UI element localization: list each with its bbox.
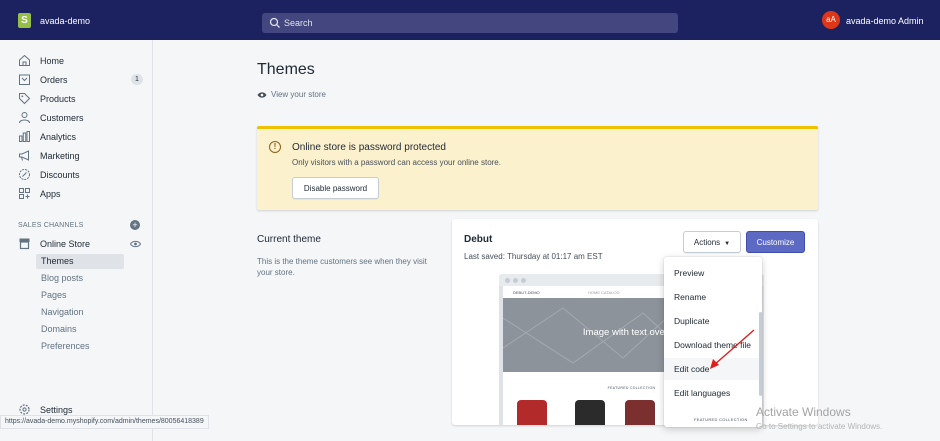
sidebar-item-label: Apps <box>40 189 61 199</box>
actions-button[interactable]: Actions ▼ <box>683 231 741 253</box>
preview-nav: HOME CATALOG <box>588 290 620 295</box>
product-image <box>575 400 605 425</box>
search-input[interactable]: Search <box>262 13 678 33</box>
window-dot-icon <box>521 278 526 283</box>
sidebar-item-customers[interactable]: Customers <box>18 110 148 126</box>
banner-text: Only visitors with a password can access… <box>292 158 501 167</box>
sidebar-subitem-domains[interactable]: Domains <box>36 322 124 337</box>
password-protected-banner: ! Online store is password protected Onl… <box>257 126 818 210</box>
orders-count-badge: 1 <box>131 74 143 85</box>
store-icon <box>19 238 30 250</box>
sidebar-subitem-navigation[interactable]: Navigation <box>36 305 124 320</box>
last-saved: Last saved: Thursday at 01:17 am EST <box>464 252 603 261</box>
sidebar-item-label: Home <box>40 56 65 66</box>
tag-icon <box>19 93 31 105</box>
eye-icon <box>257 92 267 98</box>
bar-chart-icon <box>19 131 30 142</box>
window-dot-icon <box>513 278 518 283</box>
apps-icon <box>19 188 30 199</box>
sidebar-item-products[interactable]: Products <box>18 91 148 107</box>
sidebar: Home Orders 1 Products Customers Analyti… <box>0 40 153 441</box>
sidebar-item-label: Online Store <box>40 239 91 249</box>
sidebar-subitem-pages[interactable]: Pages <box>36 288 124 303</box>
page-title: Themes <box>257 61 315 78</box>
megaphone-icon <box>19 150 29 161</box>
product-image <box>625 400 655 425</box>
window-dot-icon <box>505 278 510 283</box>
actions-label: Actions <box>693 237 721 247</box>
search-placeholder: Search <box>284 18 313 28</box>
sidebar-item-analytics[interactable]: Analytics <box>18 129 148 145</box>
user-name[interactable]: avada-demo Admin <box>846 16 924 26</box>
menu-item-rename[interactable]: Rename <box>664 286 762 308</box>
top-bar: S avada-demo Search aA avada-demo Admin <box>0 0 940 40</box>
view-store-label: View your store <box>271 90 326 99</box>
home-icon <box>19 54 30 66</box>
shopify-logo-icon[interactable]: S <box>18 13 31 28</box>
warning-icon: ! <box>269 141 281 153</box>
sidebar-item-online-store[interactable]: Online Store <box>18 236 148 252</box>
customize-button[interactable]: Customize <box>746 231 805 253</box>
sidebar-item-label: Discounts <box>40 170 80 180</box>
annotation-arrow-icon <box>710 329 755 369</box>
sidebar-item-label: Settings <box>40 405 73 415</box>
sidebar-item-marketing[interactable]: Marketing <box>18 148 148 164</box>
sidebar-item-discounts[interactable]: Discounts <box>18 167 148 183</box>
sidebar-item-label: Products <box>40 94 76 104</box>
theme-card: Debut Last saved: Thursday at 01:17 am E… <box>452 219 818 425</box>
activate-windows-title: Activate Windows <box>756 405 851 419</box>
banner-title: Online store is password protected <box>292 142 446 153</box>
caret-down-icon: ▼ <box>724 240 731 247</box>
avatar[interactable]: aA <box>822 11 840 29</box>
product-image <box>517 400 547 425</box>
orders-icon <box>19 74 30 85</box>
store-name[interactable]: avada-demo <box>40 16 90 26</box>
sidebar-item-label: Analytics <box>40 132 77 142</box>
sidebar-subitem-preferences[interactable]: Preferences <box>36 339 124 354</box>
sidebar-item-apps[interactable]: Apps <box>18 186 148 202</box>
search-icon <box>269 17 280 28</box>
person-icon <box>19 112 30 124</box>
menu-item-preview[interactable]: Preview <box>664 262 762 284</box>
sidebar-item-home[interactable]: Home <box>18 53 148 69</box>
sidebar-item-label: Customers <box>40 113 84 123</box>
activate-windows-subtitle: Go to Settings to activate Windows. <box>756 422 883 431</box>
sidebar-item-label: Marketing <box>40 151 80 161</box>
menu-item-edit-languages[interactable]: Edit languages <box>664 382 762 404</box>
discount-icon <box>19 169 30 180</box>
sidebar-subitem-themes[interactable]: Themes <box>36 254 124 269</box>
sidebar-item-orders[interactable]: Orders 1 <box>18 72 148 88</box>
sidebar-subitem-blog-posts[interactable]: Blog posts <box>36 271 124 286</box>
sidebar-item-label: Orders <box>40 75 68 85</box>
preview-featured-collection-footer: FEATURED COLLECTION <box>694 417 748 422</box>
disable-password-button[interactable]: Disable password <box>292 177 379 199</box>
add-sales-channel-icon[interactable]: + <box>130 220 140 230</box>
theme-name: Debut <box>464 234 493 245</box>
sales-channels-title: SALES CHANNELS <box>18 222 84 229</box>
current-theme-description: This is the theme customers see when the… <box>257 257 427 277</box>
browser-status-url: https://avada-demo.myshopify.com/admin/t… <box>0 415 209 429</box>
view-online-store-icon[interactable] <box>130 240 141 248</box>
preview-store-name: DEBUT-DEMO <box>513 290 540 295</box>
current-theme-title: Current theme <box>257 234 321 245</box>
